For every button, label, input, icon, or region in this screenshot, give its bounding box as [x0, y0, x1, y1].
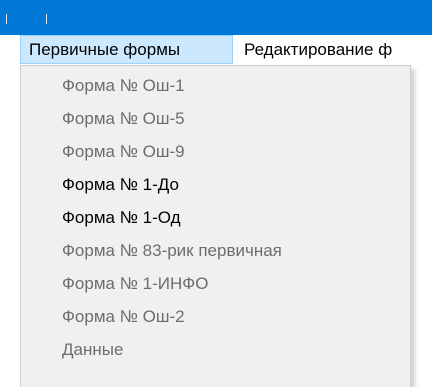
- app-window: Первичные формы Редактирование ф Форма №…: [0, 0, 432, 387]
- dropdown-item-form-1-od[interactable]: Форма № 1-Од: [21, 201, 410, 234]
- dropdown-item-form-83-rik[interactable]: Форма № 83-рик первичная: [21, 234, 410, 267]
- titlebar-mark: [46, 14, 47, 24]
- titlebar-mark: [6, 14, 7, 24]
- dropdown-item-form-1-do[interactable]: Форма № 1-До: [21, 168, 410, 201]
- menu-editing[interactable]: Редактирование ф: [244, 35, 392, 64]
- dropdown-item-form-1-info[interactable]: Форма № 1-ИНФО: [21, 267, 410, 300]
- primary-forms-dropdown: Форма № Ош-1 Форма № Ош-5 Форма № Ош-9 Ф…: [20, 65, 411, 387]
- menu-bar: Первичные формы Редактирование ф: [0, 35, 432, 65]
- dropdown-item-form-osh-1[interactable]: Форма № Ош-1: [21, 69, 410, 102]
- title-bar: [0, 0, 432, 35]
- dropdown-item-data[interactable]: Данные: [21, 333, 410, 366]
- window-background: [0, 65, 20, 387]
- dropdown-item-form-osh-2[interactable]: Форма № Ош-2: [21, 300, 410, 333]
- menu-primary-forms[interactable]: Первичные формы: [20, 35, 233, 64]
- dropdown-item-form-osh-9[interactable]: Форма № Ош-9: [21, 135, 410, 168]
- dropdown-item-form-osh-5[interactable]: Форма № Ош-5: [21, 102, 410, 135]
